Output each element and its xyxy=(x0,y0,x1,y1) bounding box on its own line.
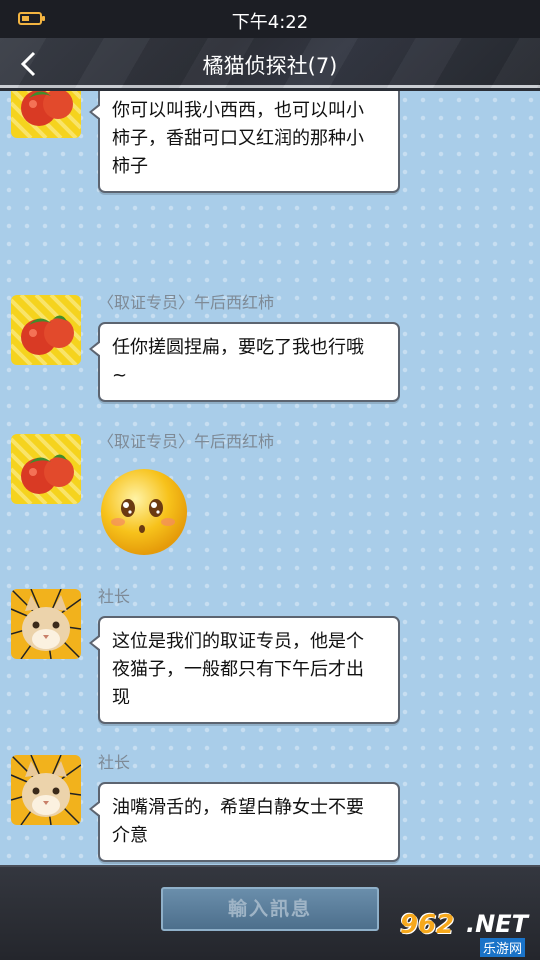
message-line: 介意 xyxy=(112,825,148,846)
status-time: 下午4:22 xyxy=(231,12,309,33)
watermark-sub: 乐游网 xyxy=(480,938,526,957)
tomato-avatar[interactable] xyxy=(11,91,81,138)
status-bar: 下午4:22 xyxy=(0,0,540,38)
message-line: 柿子，香甜可口又红润的那种小 xyxy=(112,128,364,149)
sender-name: 社长 xyxy=(98,753,131,772)
message-bubble: 任你搓圆捏扁，要吃了我也行哦 ~ xyxy=(89,322,400,402)
message-bubble: 油嘴滑舌的，希望白静女士不要 介意 xyxy=(89,782,400,862)
message-bubble: 你可以叫我小西西，也可以叫小 柿子，香甜可口又红润的那种小 柿子 xyxy=(89,91,400,193)
message-line: 这位是我们的取证专员，他是个 xyxy=(112,631,364,652)
watermark-brand: 962 xyxy=(400,910,455,940)
message-line: 你可以叫我小西西，也可以叫小 xyxy=(112,100,364,121)
chat-area[interactable]: 你可以叫我小西西，也可以叫小 柿子，香甜可口又红润的那种小 柿子 〈取证专员〉午… xyxy=(0,91,540,865)
tomato-avatar[interactable] xyxy=(11,434,81,504)
cat-avatar[interactable] xyxy=(11,755,81,825)
message-line: 夜猫子，一般都只有下午后才出 xyxy=(112,659,364,680)
watermark-suffix: .NET xyxy=(466,910,528,938)
tomato-avatar[interactable] xyxy=(11,295,81,365)
message-bubble: 这位是我们的取证专员，他是个 夜猫子，一般都只有下午后才出 现 xyxy=(89,616,400,724)
message-line: 油嘴滑舌的，希望白静女士不要 xyxy=(112,797,364,818)
surprised-emoji-sticker[interactable] xyxy=(98,466,190,558)
sender-name: 〈取证专员〉午后西红柿 xyxy=(98,293,275,312)
message-line: ~ xyxy=(112,365,128,386)
cat-avatar[interactable] xyxy=(11,589,81,659)
message-line: 任你搓圆捏扁，要吃了我也行哦 xyxy=(112,337,364,358)
message-input-button[interactable]: 輸入訊息 xyxy=(161,887,379,931)
watermark-logo: 962 .NET 乐游网 xyxy=(400,910,534,957)
chat-title: 橘猫侦探社(7) xyxy=(202,54,338,78)
sender-name: 社长 xyxy=(98,587,131,606)
message-line: 现 xyxy=(112,687,130,708)
sender-name: 〈取证专员〉午后西红柿 xyxy=(98,432,275,451)
header-bar: 橘猫侦探社(7) xyxy=(0,38,540,88)
message-line: 柿子 xyxy=(112,156,148,177)
